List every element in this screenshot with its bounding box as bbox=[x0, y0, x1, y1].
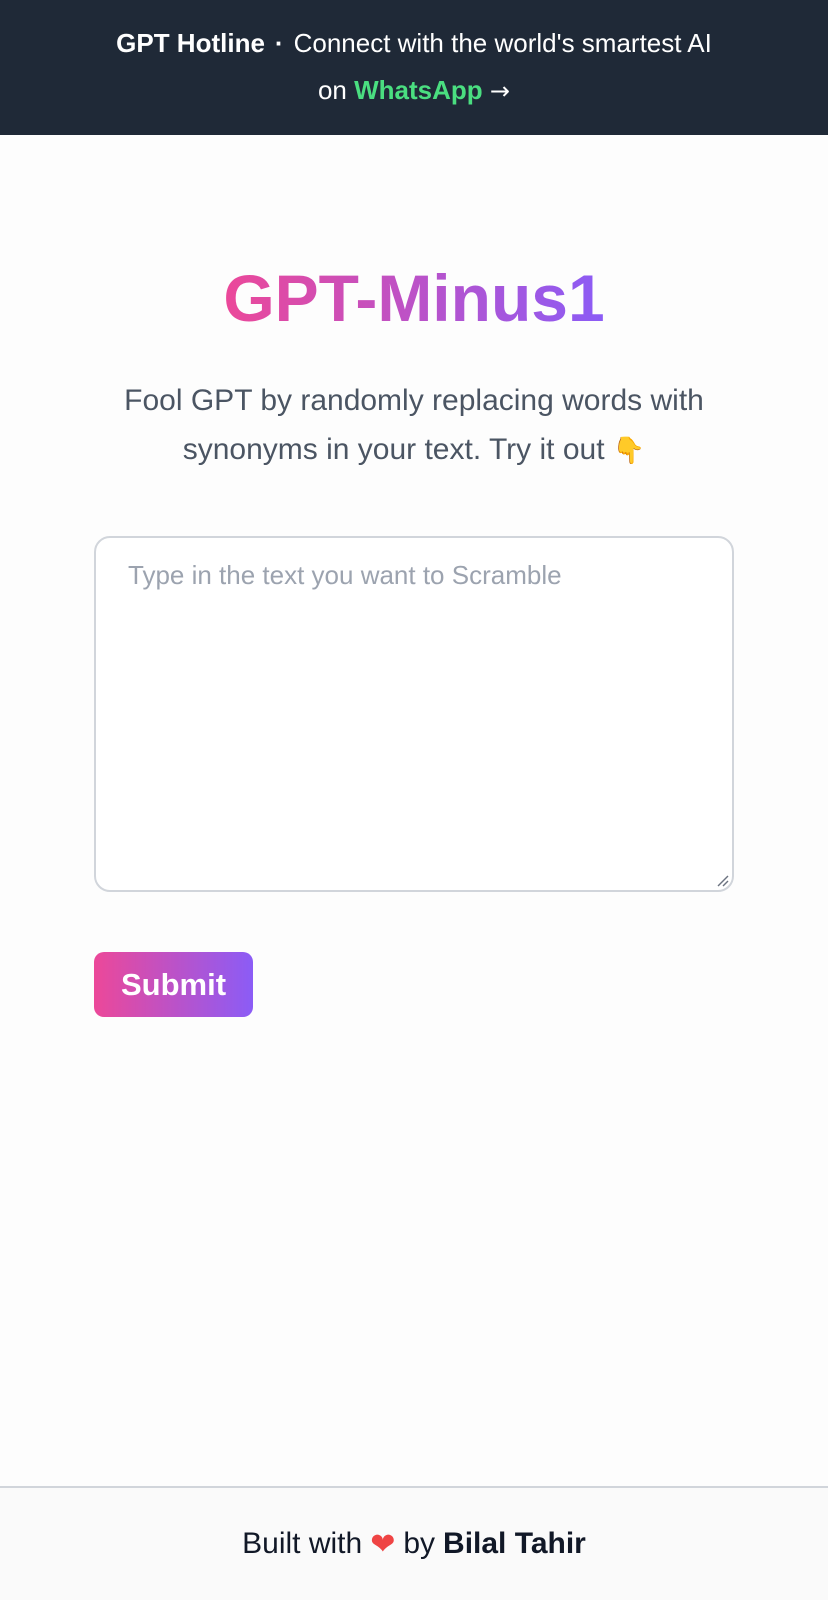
page-subtitle: Fool GPT by randomly replacing words wit… bbox=[90, 376, 738, 476]
scramble-text-input[interactable] bbox=[96, 538, 732, 890]
banner-brand: GPT Hotline bbox=[116, 28, 265, 58]
resize-handle-icon[interactable] bbox=[715, 873, 729, 887]
banner-on-text: on bbox=[317, 75, 347, 105]
page-title: GPT-Minus1 bbox=[0, 258, 828, 338]
banner-line-1: GPT Hotline · Connect with the world's sma… bbox=[116, 20, 712, 67]
footer: Built with ❤ by Bilal Tahir bbox=[0, 1486, 828, 1600]
banner-tagline: Connect with the world's smartest AI bbox=[293, 28, 712, 58]
banner-separator: · bbox=[274, 28, 284, 58]
arrow-right-icon[interactable]: → bbox=[490, 77, 510, 105]
footer-built-with: Built with bbox=[242, 1527, 363, 1560]
scramble-textarea-container bbox=[94, 536, 734, 892]
whatsapp-link[interactable]: WhatsApp bbox=[354, 75, 483, 105]
page-title-text: GPT-Minus1 bbox=[223, 261, 605, 335]
promo-banner: GPT Hotline · Connect with the world's sma… bbox=[0, 0, 828, 135]
footer-by: by bbox=[403, 1527, 436, 1560]
pointing-down-icon: 👇 bbox=[612, 436, 646, 466]
heart-icon: ❤ bbox=[370, 1526, 396, 1562]
banner-line-2[interactable]: on WhatsApp → bbox=[318, 67, 510, 115]
author-link[interactable]: Bilal Tahir bbox=[443, 1527, 586, 1561]
submit-button[interactable]: Submit bbox=[94, 952, 253, 1017]
